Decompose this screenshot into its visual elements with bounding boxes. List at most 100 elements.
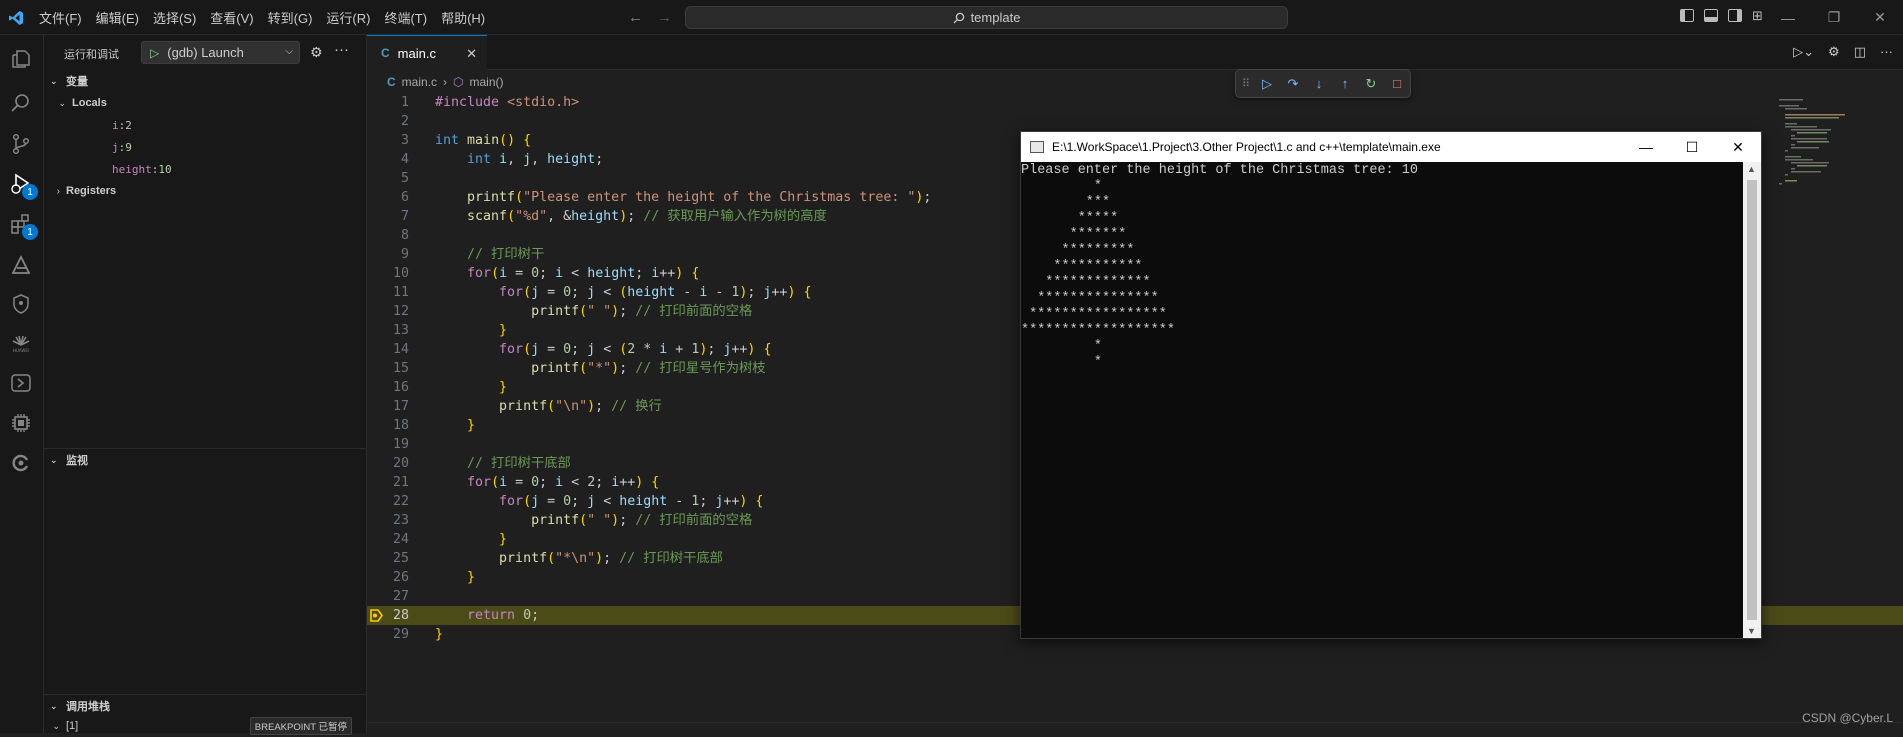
variable-value: 9 (125, 141, 132, 154)
debug-toolbar: ⠿ ▷ ↷ ↓ ↑ ↻ □ (1235, 69, 1411, 98)
line-number: 18 (367, 416, 409, 435)
step-into-icon[interactable]: ↓ (1310, 76, 1328, 91)
breadcrumb: C main.c › ⬡ main() (387, 72, 504, 92)
code-text: scanf("%d", &height); // 获取用户输入作为树的高度 (435, 207, 827, 226)
minimize-icon[interactable]: — (1765, 0, 1811, 35)
console-line: *********** (1021, 259, 1743, 275)
remote-explorer-icon[interactable] (6, 368, 36, 398)
maximize-icon[interactable]: ☐ (1669, 132, 1715, 162)
line-number: 29 (367, 625, 409, 644)
chevron-right-icon: › (50, 186, 66, 197)
code-line[interactable]: 1#include <stdio.h> (367, 93, 1903, 112)
source-control-icon[interactable] (6, 129, 36, 159)
toggle-secondary-sidebar-icon[interactable] (1728, 9, 1742, 22)
menu-item[interactable]: 终端(T) (377, 8, 434, 27)
tab-main-c[interactable]: C main.c ✕ (367, 35, 487, 70)
launch-config-select[interactable]: ▷ (gdb) Launch ⌵ (141, 41, 300, 64)
restart-icon[interactable]: ↻ (1362, 76, 1380, 92)
scroll-up-icon[interactable]: ▲ (1747, 164, 1756, 174)
menu-item[interactable]: 查看(V) (203, 8, 260, 27)
azure-icon[interactable] (6, 250, 36, 280)
start-debugging-icon[interactable]: ▷ (150, 46, 159, 60)
toggle-primary-sidebar-icon[interactable] (1680, 9, 1694, 22)
menu-item[interactable]: 编辑(E) (89, 8, 146, 27)
console-line: ******************* (1021, 323, 1743, 339)
huawei-icon[interactable]: HUAWEI (6, 328, 36, 358)
search-icon[interactable] (6, 88, 36, 118)
breakpoint-paused-arrow-icon[interactable] (370, 609, 383, 622)
line-number: 22 (367, 492, 409, 511)
registers-scope[interactable]: › Registers (50, 180, 360, 202)
gear-icon[interactable]: ⚙ (1828, 44, 1840, 60)
step-over-icon[interactable]: ↷ (1284, 76, 1302, 92)
callstack-thread[interactable]: ⌄ [1] BREAKPOINT 已暂停 (50, 715, 362, 737)
variable-row[interactable]: i: 2 (112, 114, 132, 136)
continue-icon[interactable]: ▷ (1258, 76, 1276, 92)
run-debug-icon[interactable]: 1 (6, 169, 36, 199)
close-icon[interactable]: ✕ (466, 46, 477, 62)
line-number: 27 (367, 587, 409, 606)
variable-row[interactable]: j: 9 (112, 136, 132, 158)
minimap[interactable] (1779, 97, 1889, 217)
tab-label: main.c (398, 46, 436, 61)
breadcrumb-function[interactable]: main() (470, 75, 504, 89)
run-dropdown-icon[interactable]: ▷⌄ (1793, 44, 1814, 60)
line-number: 5 (367, 169, 409, 188)
console-line: * (1021, 179, 1743, 195)
line-number: 14 (367, 340, 409, 359)
extensions-icon[interactable]: 1 (6, 209, 36, 239)
watch-header[interactable]: ⌄ 监视 (44, 449, 367, 471)
code-text: printf("\n"); // 换行 (435, 397, 662, 416)
close-window-icon[interactable]: ✕ (1715, 132, 1761, 162)
back-arrow-icon[interactable]: ← (628, 9, 643, 26)
menu-item[interactable]: 转到(G) (261, 8, 320, 27)
step-out-icon[interactable]: ↑ (1336, 76, 1354, 91)
copilot-icon[interactable] (6, 448, 36, 478)
line-number: 13 (367, 321, 409, 340)
console-output[interactable]: Please enter the height of the Christmas… (1021, 162, 1743, 638)
chevron-down-icon: ⌄ (50, 76, 66, 87)
svg-text:HUAWEI: HUAWEI (13, 348, 29, 353)
line-number: 7 (367, 207, 409, 226)
customize-layout-icon[interactable]: ⊞ (1752, 9, 1763, 22)
split-editor-icon[interactable]: ◫ (1854, 44, 1866, 60)
more-actions-icon[interactable]: ··· (1880, 44, 1893, 60)
scroll-down-icon[interactable]: ▼ (1747, 626, 1756, 636)
line-number: 26 (367, 568, 409, 587)
toggle-panel-icon[interactable] (1704, 9, 1718, 22)
variables-header[interactable]: ⌄ 变量 (44, 70, 367, 92)
menu-item[interactable]: 选择(S) (146, 8, 203, 27)
callstack-header[interactable]: ⌄ 调用堆栈 (44, 695, 367, 717)
panel-divider (367, 722, 1903, 723)
command-center-search[interactable]: template (685, 6, 1288, 29)
shield-icon[interactable] (6, 289, 36, 319)
gear-icon[interactable]: ⚙ (310, 44, 323, 61)
menu-item[interactable]: 运行(R) (319, 8, 377, 27)
debug-badge: 1 (22, 184, 38, 200)
chip-icon[interactable] (6, 408, 36, 438)
more-actions-icon[interactable]: ··· (334, 41, 349, 58)
layout-controls: ⊞ (1680, 9, 1763, 22)
console-scrollbar[interactable]: ▲ ▼ (1743, 162, 1761, 638)
minimize-icon[interactable]: — (1623, 132, 1669, 162)
menu-item[interactable]: 帮助(H) (434, 8, 492, 27)
scrollbar-thumb[interactable] (1747, 180, 1757, 620)
breadcrumb-file[interactable]: main.c (402, 75, 437, 89)
stop-icon[interactable]: □ (1388, 76, 1406, 91)
locals-scope[interactable]: ⌄ Locals (50, 92, 360, 114)
variable-name: height (112, 163, 152, 176)
forward-arrow-icon[interactable]: → (657, 9, 672, 26)
line-number: 3 (367, 131, 409, 150)
explorer-icon[interactable] (6, 44, 36, 74)
drag-handle-icon[interactable]: ⠿ (1242, 77, 1250, 90)
menu-item[interactable]: 文件(F) (32, 8, 89, 27)
variable-row[interactable]: height: 10 (112, 158, 172, 180)
watch-title: 监视 (66, 452, 88, 468)
close-window-icon[interactable]: ✕ (1857, 0, 1903, 35)
code-text: int i, j, height; (435, 150, 603, 169)
code-text: printf("*"); // 打印星号作为树枝 (435, 359, 766, 378)
line-number: 19 (367, 435, 409, 454)
code-line[interactable]: 2 (367, 112, 1903, 131)
line-number: 8 (367, 226, 409, 245)
restore-icon[interactable]: ❐ (1811, 0, 1857, 35)
